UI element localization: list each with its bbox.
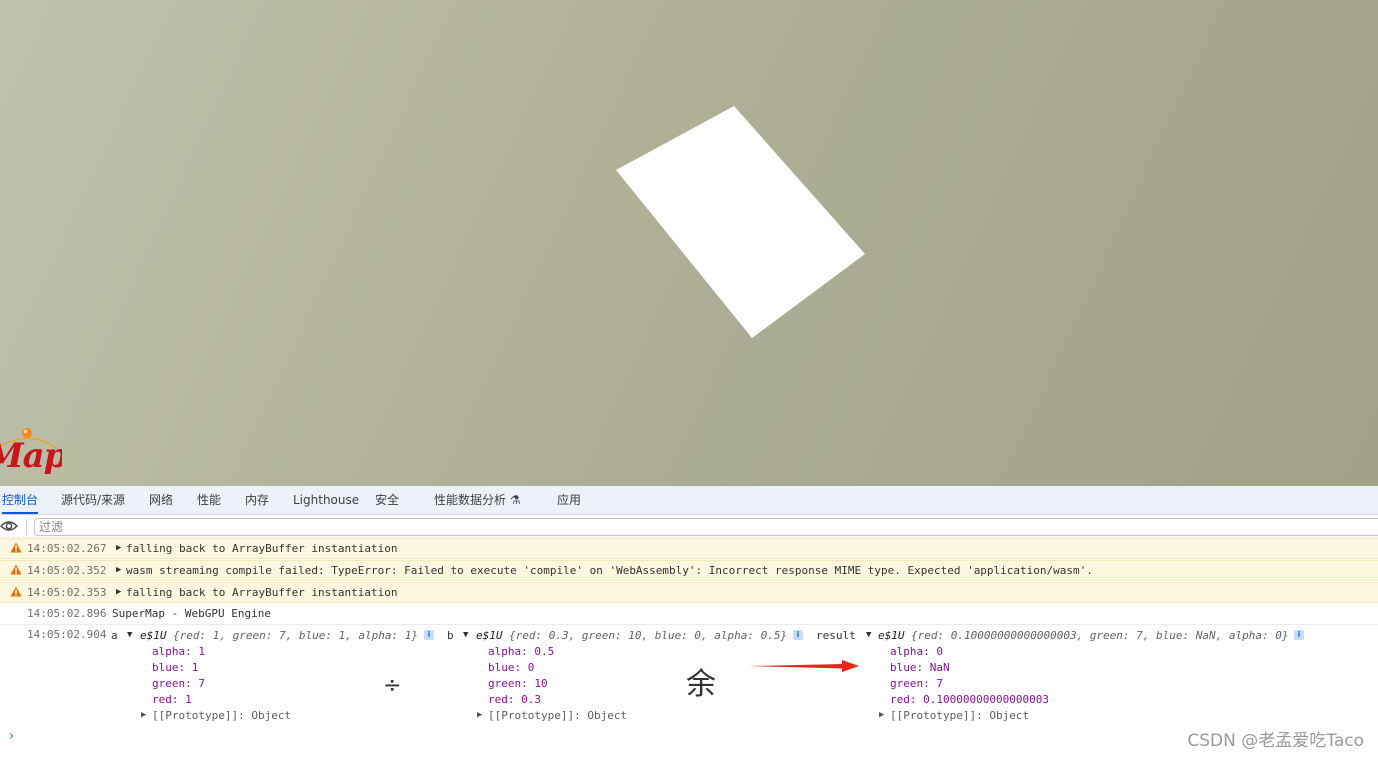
warning-icon xyxy=(10,586,22,597)
object-class-name[interactable]: e$1U xyxy=(140,629,167,642)
collapse-triangle-icon[interactable]: ▼ xyxy=(463,630,468,640)
prop-alpha: alpha: 0 xyxy=(890,645,943,658)
expand-triangle-icon[interactable]: ▶ xyxy=(141,710,146,720)
tab-security[interactable]: 安全 xyxy=(375,486,399,514)
object-preview: {red: 1, green: 7, blue: 1, alpha: 1} xyxy=(173,629,419,642)
tab-network[interactable]: 网络 xyxy=(149,486,173,514)
timestamp: 14:05:02.352 xyxy=(27,564,107,577)
timestamp: 14:05:02.904 xyxy=(27,628,107,641)
timestamp: 14:05:02.896 xyxy=(27,607,107,620)
info-icon[interactable]: i xyxy=(793,630,803,640)
red-arrow-icon xyxy=(748,660,859,672)
remainder-label: 余 xyxy=(686,667,716,702)
prop-blue: blue: NaN xyxy=(890,661,950,674)
console-log-row: 14:05:02.896 SuperMap - WebGPU Engine xyxy=(0,604,1378,624)
expand-triangle-icon[interactable]: ▶ xyxy=(879,710,884,720)
prop-alpha: alpha: 1 xyxy=(152,645,205,658)
webgpu-canvas[interactable]: Map xyxy=(0,0,1378,486)
csdn-watermark: CSDN @老孟爱吃Taco xyxy=(1187,731,1364,751)
collapse-triangle-icon[interactable]: ▼ xyxy=(866,630,871,640)
prop-red: red: 0.10000000000000003 xyxy=(890,693,1049,706)
tab-console[interactable]: 控制台 xyxy=(2,486,39,514)
prototype-entry[interactable]: [[Prototype]]: Object xyxy=(890,709,1029,722)
rendered-white-quad xyxy=(616,106,865,338)
prototype-entry[interactable]: [[Prototype]]: Object xyxy=(488,709,627,722)
info-icon[interactable]: i xyxy=(424,630,434,640)
object-preview: {red: 0.3, green: 10, blue: 0, alpha: 0.… xyxy=(509,629,788,642)
prop-blue: blue: 1 xyxy=(152,661,199,674)
warning-icon xyxy=(10,564,22,575)
eye-icon[interactable] xyxy=(0,519,18,533)
message-text: wasm streaming compile failed: TypeError… xyxy=(126,564,1093,577)
prop-green: green: 7 xyxy=(890,677,943,690)
tab-memory[interactable]: 内存 xyxy=(245,486,269,514)
message-text: falling back to ArrayBuffer instantiatio… xyxy=(126,542,398,555)
info-icon[interactable]: i xyxy=(1294,630,1304,640)
tab-lighthouse[interactable]: Lighthouse xyxy=(293,486,359,514)
label-b: b xyxy=(447,629,454,642)
console-object-log: 14:05:02.904 a ▼ e$1U {red: 1, green: 7,… xyxy=(0,625,1378,725)
prop-alpha: alpha: 0.5 xyxy=(488,645,555,658)
message-text: falling back to ArrayBuffer instantiatio… xyxy=(126,586,398,599)
prop-blue: blue: 0 xyxy=(488,661,535,674)
divide-symbol: ÷ xyxy=(383,673,402,698)
logo-text: Map xyxy=(0,436,62,476)
tab-application[interactable]: 应用 xyxy=(557,486,581,514)
message-text: SuperMap - WebGPU Engine xyxy=(112,607,271,620)
tab-performance[interactable]: 性能 xyxy=(197,486,221,514)
collapse-triangle-icon[interactable]: ▼ xyxy=(127,630,132,640)
devtools-panel: 控制台 源代码/来源 网络 性能 内存 Lighthouse 安全 性能数据分析… xyxy=(0,486,1378,758)
expand-triangle-icon[interactable]: ▶ xyxy=(116,543,121,553)
prop-red: red: 0.3 xyxy=(488,693,541,706)
object-class-name[interactable]: e$1U xyxy=(476,629,503,642)
expand-triangle-icon[interactable]: ▶ xyxy=(477,710,482,720)
prop-green: green: 10 xyxy=(488,677,548,690)
warning-icon xyxy=(10,542,22,553)
console-prompt-icon[interactable]: › xyxy=(9,729,14,744)
timestamp: 14:05:02.267 xyxy=(27,542,107,555)
object-preview: {red: 0.10000000000000003, green: 7, blu… xyxy=(911,629,1289,642)
prototype-entry[interactable]: [[Prototype]]: Object xyxy=(152,709,291,722)
console-filter-input[interactable] xyxy=(34,518,1378,536)
expand-triangle-icon[interactable]: ▶ xyxy=(116,587,121,597)
toolbar-divider xyxy=(26,519,27,535)
supermap-logo: Map xyxy=(0,426,62,482)
label-a: a xyxy=(111,629,118,642)
devtools-tab-bar: 控制台 源代码/来源 网络 性能 内存 Lighthouse 安全 性能数据分析… xyxy=(0,486,1378,515)
object-class-name[interactable]: e$1U xyxy=(878,629,905,642)
console-warning-row: 14:05:02.267 ▶ falling back to ArrayBuff… xyxy=(0,538,1378,559)
timestamp: 14:05:02.353 xyxy=(27,586,107,599)
tab-sources[interactable]: 源代码/来源 xyxy=(61,486,125,514)
prop-green: green: 7 xyxy=(152,677,205,690)
expand-triangle-icon[interactable]: ▶ xyxy=(116,565,121,575)
console-warning-row: 14:05:02.353 ▶ falling back to ArrayBuff… xyxy=(0,582,1378,603)
console-warning-row: 14:05:02.352 ▶ wasm streaming compile fa… xyxy=(0,560,1378,581)
prop-red: red: 1 xyxy=(152,693,192,706)
label-result: result xyxy=(816,629,856,642)
tab-performance-insights[interactable]: 性能数据分析 ⚗ xyxy=(434,486,521,514)
